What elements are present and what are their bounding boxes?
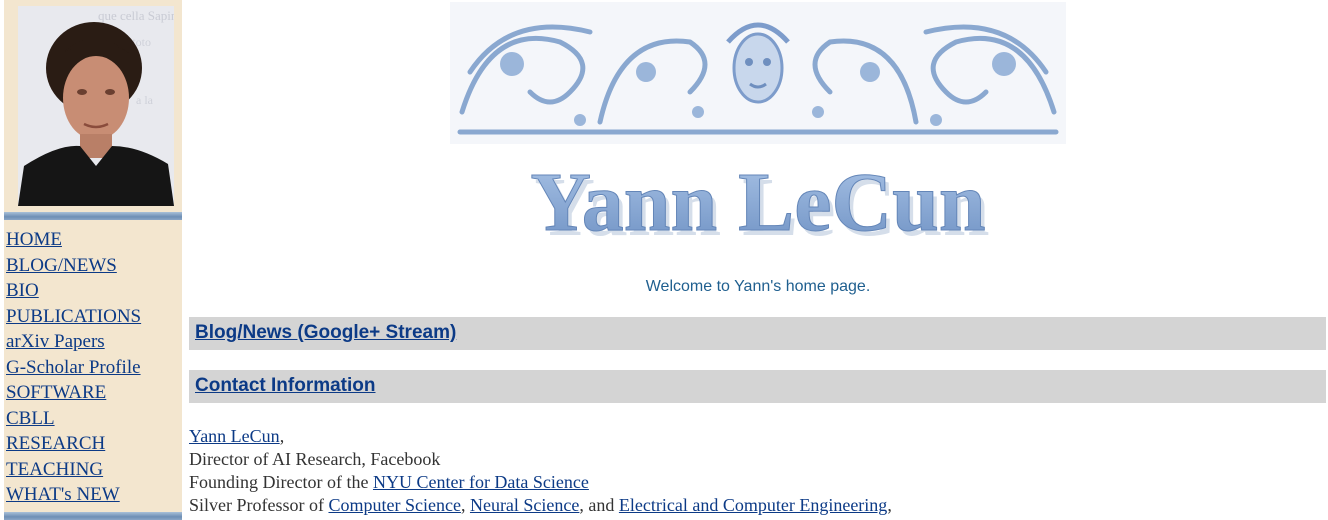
nav-item-teaching: TEACHING xyxy=(6,457,141,483)
contact-line-cds: Founding Director of the NYU Center for … xyxy=(189,471,892,494)
section-header-contact: Contact Information xyxy=(189,370,1326,403)
cds-prefix: Founding Director of the xyxy=(189,472,373,492)
nav-link-software[interactable]: SOFTWARE xyxy=(6,382,106,403)
portrait-photo-icon: que cella Sapin ne toto a la xyxy=(18,6,174,206)
blog-news-link[interactable]: Blog/News (Google+ Stream) xyxy=(195,322,456,344)
contact-line-name: Yann LeCun, xyxy=(189,425,892,448)
profile-photo: que cella Sapin ne toto a la xyxy=(18,6,174,206)
nav-item-cbll: CBLL xyxy=(6,406,141,432)
svg-text:que cella Sapin: que cella Sapin xyxy=(98,8,174,23)
nav-link-bio[interactable]: BIO xyxy=(6,280,39,301)
welcome-message: Welcome to Yann's home page. xyxy=(645,278,871,295)
nav-item-research: RESEARCH xyxy=(6,431,141,457)
name-link[interactable]: Yann LeCun xyxy=(189,426,280,446)
contact-line-title: Director of AI Research, Facebook xyxy=(189,449,441,469)
ornamental-engraving-icon: Yann LeCun Yann LeCun xyxy=(450,2,1066,254)
nav-item-software: SOFTWARE xyxy=(6,380,141,406)
sidebar-divider-bottom xyxy=(4,512,182,520)
contact-info: Yann LeCun, Director of AI Research, Fac… xyxy=(189,425,892,517)
nav-link-research[interactable]: RESEARCH xyxy=(6,433,105,454)
nav-item-whats-new: WHAT's NEW xyxy=(6,482,141,508)
nav-item-home: HOME xyxy=(6,227,141,253)
svg-text:a la: a la xyxy=(136,93,154,107)
section-header-blog: Blog/News (Google+ Stream) xyxy=(189,317,1326,350)
professor-sep1: , xyxy=(460,495,470,515)
ece-link[interactable]: Electrical and Computer Engineering xyxy=(619,495,887,515)
nav-link-arxiv[interactable]: arXiv Papers xyxy=(6,331,105,352)
contact-line-professor: Silver Professor of Computer Science, Ne… xyxy=(189,494,892,517)
cds-link[interactable]: NYU Center for Data Science xyxy=(373,472,589,492)
computer-science-link[interactable]: Computer Science xyxy=(328,495,460,515)
nav-link-cbll[interactable]: CBLL xyxy=(6,408,55,429)
nav-link-publications[interactable]: PUBLICATIONS xyxy=(6,306,141,327)
nav-item-scholar: G-Scholar Profile xyxy=(6,355,141,381)
neural-science-link[interactable]: Neural Science xyxy=(470,495,579,515)
name-suffix: , xyxy=(279,426,285,446)
professor-suffix: , xyxy=(887,495,892,515)
nav-item-blog-news: BLOG/NEWS xyxy=(6,253,141,279)
nav-link-blog-news[interactable]: BLOG/NEWS xyxy=(6,255,117,276)
sidebar: que cella Sapin ne toto a la HOME BLOG/N… xyxy=(4,0,182,520)
professor-prefix: Silver Professor of xyxy=(189,495,329,515)
nav-item-publications: PUBLICATIONS xyxy=(6,304,141,330)
nav-link-home[interactable]: HOME xyxy=(6,229,62,250)
contact-information-link[interactable]: Contact Information xyxy=(195,375,376,397)
header-banner: Yann LeCun Yann LeCun xyxy=(450,2,1066,257)
nav-link-teaching[interactable]: TEACHING xyxy=(6,459,103,480)
sidebar-nav: HOME BLOG/NEWS BIO PUBLICATIONS arXiv Pa… xyxy=(6,227,141,508)
professor-sep2: , and xyxy=(579,495,619,515)
nav-link-scholar[interactable]: G-Scholar Profile xyxy=(6,357,141,378)
nav-item-arxiv: arXiv Papers xyxy=(6,329,141,355)
banner-title: Yann LeCun xyxy=(530,156,985,249)
nav-item-bio: BIO xyxy=(6,278,141,304)
nav-link-whats-new[interactable]: WHAT's NEW xyxy=(6,484,120,505)
sidebar-divider-top xyxy=(4,212,182,220)
